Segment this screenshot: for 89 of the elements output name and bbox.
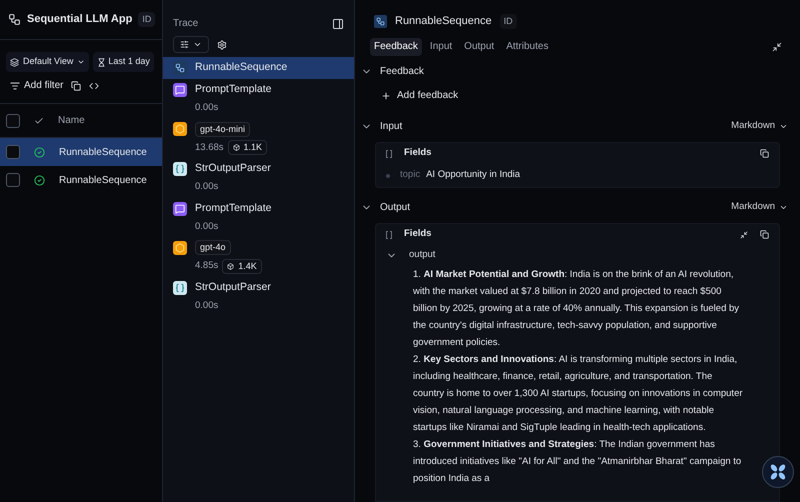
filter-icon [10, 80, 20, 90]
table-row[interactable]: RunnableSequence [0, 166, 162, 194]
id-badge[interactable]: ID [500, 14, 517, 29]
tab[interactable]: Feedback [370, 38, 422, 56]
braces-icon [173, 162, 187, 176]
copy-icon[interactable] [71, 80, 82, 90]
layers-icon [10, 58, 19, 66]
span-name: RunnableSequence [195, 60, 288, 76]
section-title[interactable]: Feedback [380, 64, 424, 78]
token-badge: 1.1K [228, 140, 268, 156]
trace-item[interactable]: StrOutputParser 0.00s [163, 276, 354, 316]
token-badge: 1.4K [222, 258, 262, 274]
column-header[interactable]: Name [58, 113, 85, 128]
plus-icon [381, 90, 391, 100]
panel-icon[interactable] [332, 18, 344, 30]
time-range-dropdown[interactable]: Last 1 day [93, 52, 154, 72]
tab[interactable]: Attributes [502, 38, 552, 56]
trace-title: Trace [173, 17, 198, 31]
code-icon[interactable] [89, 80, 100, 90]
success-icon [34, 174, 45, 186]
trace-item[interactable]: gpt-4o 4.85s 1.4K [163, 236, 354, 277]
hexagon-icon [173, 240, 187, 255]
view-dropdown[interactable]: Default View [6, 52, 90, 72]
success-icon [34, 146, 45, 158]
add-filter-button[interactable]: Add filter [10, 78, 64, 93]
duration: 0.00s [195, 220, 218, 234]
span-name: StrOutputParser [195, 280, 271, 295]
sequence-icon [374, 14, 387, 28]
duration: 0.00s [195, 180, 218, 194]
trace-item[interactable]: StrOutputParser 0.00s [163, 158, 354, 198]
span-name: PromptTemplate [195, 200, 272, 216]
fields-title: Fields [404, 146, 432, 160]
chain-icon [173, 61, 187, 75]
brackets-icon [386, 150, 392, 158]
hourglass-icon [97, 58, 106, 66]
output-paragraph: 3. Government Initiatives and Strategies: The Indian government has introduced initiatives like "AI for All" and the "Atmanirbhar Bharat" campaign to position India as a [413, 438, 742, 486]
duration: 4.85s [195, 259, 218, 274]
sliders-icon [180, 40, 189, 49]
span-name: StrOutputParser [195, 161, 271, 176]
row-name: RunnableSequence [59, 146, 147, 160]
collapse-icon[interactable] [772, 42, 782, 52]
trace-item[interactable]: RunnableSequence [163, 57, 354, 79]
trace-item[interactable]: gpt-4o-mini 13.68s 1.1K [163, 118, 354, 158]
model-badge: gpt-4o [195, 240, 231, 256]
fields-title: Fields [404, 227, 432, 242]
trace-item[interactable]: PromptTemplate 0.00s [163, 79, 354, 118]
checkbox[interactable] [6, 145, 20, 159]
bullet-icon [386, 174, 390, 178]
copy-icon[interactable] [760, 149, 769, 158]
add-feedback-button[interactable]: Add feedback [375, 86, 464, 104]
brackets-icon [386, 230, 392, 238]
hexagon-icon [173, 122, 187, 136]
detail-title: RunnableSequence [395, 14, 492, 29]
chevron-icon [193, 40, 202, 49]
duration: 13.68s [195, 140, 224, 155]
duration: 0.00s [195, 298, 218, 313]
app-title: Sequential LLM App [27, 12, 132, 28]
field-value: AI Opportunity in India [426, 168, 520, 182]
checkbox[interactable] [6, 114, 20, 128]
checkbox[interactable] [6, 173, 20, 187]
row-name: RunnableSequence [59, 174, 147, 188]
model-badge: gpt-4o-mini [195, 122, 250, 137]
section-title[interactable]: Input [380, 118, 402, 134]
copy-icon[interactable] [760, 230, 769, 239]
format-dropdown[interactable]: Markdown [731, 200, 788, 214]
settings-icon [216, 40, 226, 50]
table-row[interactable]: RunnableSequence [0, 138, 162, 166]
chevron-icon [77, 58, 86, 66]
id-badge[interactable]: ID [138, 12, 156, 28]
assistant-button[interactable] [762, 456, 794, 488]
field-key[interactable]: output [409, 248, 436, 263]
section-title[interactable]: Output [380, 200, 410, 214]
braces-icon [173, 280, 187, 295]
output-paragraph: 2. Key Sectors and Innovations: AI is transforming multiple sectors in India, including healthcare, finance, retail, agriculture, and transportation. The country is home to over 1,300 AI startups, focusing on innovations in computer vision, natural language processing, and machine learning, with notable startups like Niramai and SigTuple leading in health-tech applications. [413, 352, 743, 434]
chat-bubble-icon [173, 202, 187, 216]
tab[interactable]: Output [460, 38, 498, 56]
trace-item[interactable]: PromptTemplate 0.00s [163, 198, 354, 237]
collapse-icon[interactable] [740, 230, 748, 238]
status-column-icon [34, 116, 44, 126]
duration: 0.00s [195, 101, 218, 115]
output-paragraph: 1. AI Market Potential and Growth: India is on the brink of an AI revolution, with the market valued at $7.8 billion in 2020 and projected to reach $500 billion by 2025, growing at a rate of 40% annually. This expansion is fueled by the country's digital infrastructure, tech-savvy population, and supportive government policies. [413, 268, 740, 350]
format-dropdown[interactable]: Markdown [731, 118, 788, 134]
field-key: topic [400, 168, 420, 183]
span-name: PromptTemplate [195, 82, 272, 98]
chat-bubble-icon [173, 83, 187, 97]
sparkle-logo-icon [769, 463, 787, 481]
tab[interactable]: Input [426, 38, 456, 56]
filter-dropdown[interactable] [173, 36, 209, 53]
app-icon [8, 13, 21, 26]
